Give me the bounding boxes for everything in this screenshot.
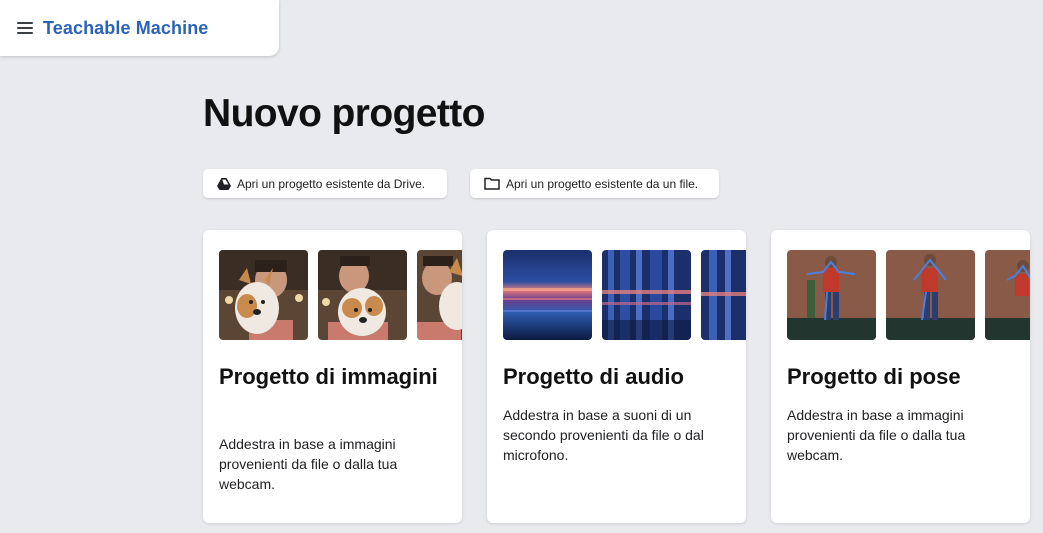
open-from-file-label: Apri un progetto esistente da un file. bbox=[506, 176, 699, 191]
pose-thumbnail bbox=[787, 250, 876, 340]
open-from-drive-label: Apri un progetto esistente da Drive. bbox=[237, 176, 426, 191]
drive-icon bbox=[217, 177, 231, 190]
audio-project-card[interactable]: Progetto di audio Addestra in base a suo… bbox=[487, 230, 746, 523]
image-thumbnail bbox=[219, 250, 308, 340]
audio-project-title: Progetto di audio bbox=[503, 364, 684, 389]
image-thumbnails bbox=[219, 250, 462, 340]
audio-project-description: Addestra in base a suoni di un secondo p… bbox=[503, 407, 704, 463]
pose-project-description: Addestra in base a immagini provenienti … bbox=[787, 407, 966, 463]
page-title: Nuovo progetto bbox=[203, 92, 486, 135]
pose-project-title: Progetto di pose bbox=[787, 364, 961, 389]
pose-thumbnail bbox=[886, 250, 975, 340]
pose-thumbnails bbox=[787, 250, 1030, 340]
folder-icon bbox=[484, 177, 500, 190]
menu-icon[interactable] bbox=[17, 22, 33, 34]
app-title[interactable]: Teachable Machine bbox=[43, 18, 208, 39]
spectrogram-thumbnail bbox=[602, 250, 691, 340]
audio-thumbnails bbox=[503, 250, 746, 340]
page: Teachable Machine Nuovo progetto Apri un… bbox=[0, 0, 1043, 533]
open-from-file-button[interactable]: Apri un progetto esistente da un file. bbox=[470, 169, 719, 198]
image-thumbnail bbox=[318, 250, 407, 340]
app-header: Teachable Machine bbox=[0, 0, 279, 56]
pose-thumbnail bbox=[985, 250, 1030, 340]
pose-project-card[interactable]: Progetto di pose Addestra in base a imma… bbox=[771, 230, 1030, 523]
spectrogram-thumbnail bbox=[503, 250, 592, 340]
open-from-drive-button[interactable]: Apri un progetto esistente da Drive. bbox=[203, 169, 447, 198]
spectrogram-thumbnail bbox=[701, 250, 746, 340]
image-project-title: Progetto di immagini bbox=[219, 364, 438, 389]
image-thumbnail bbox=[417, 250, 462, 340]
image-project-description: Addestra in base a immagini provenienti … bbox=[219, 436, 398, 492]
image-project-card[interactable]: Progetto di immagini Addestra in base a … bbox=[203, 230, 462, 523]
